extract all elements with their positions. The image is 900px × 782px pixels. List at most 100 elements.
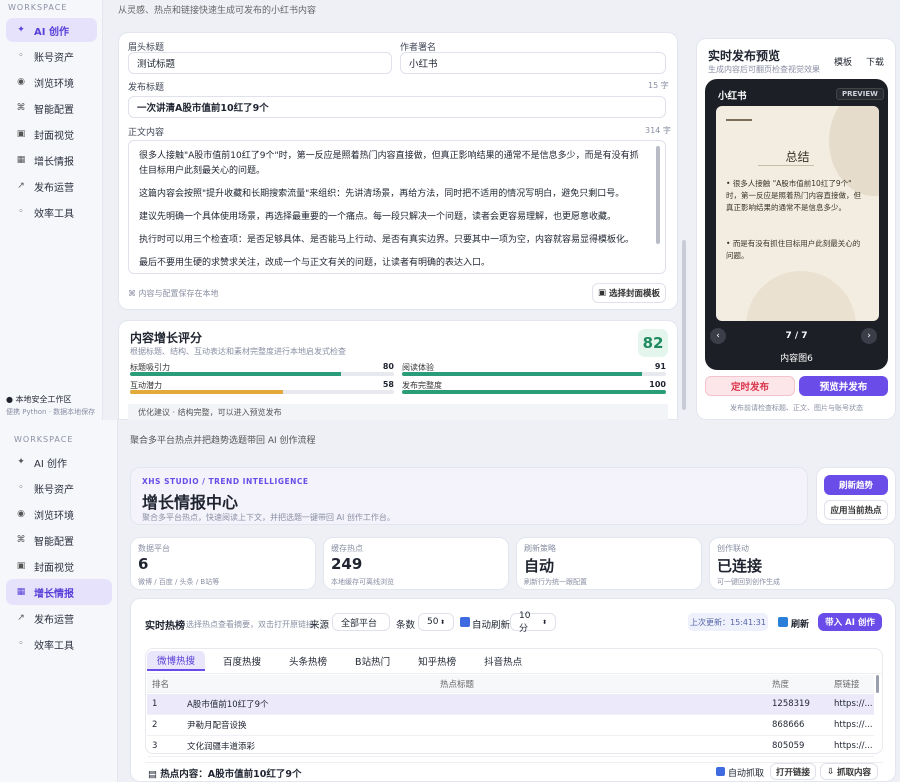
score-item-value: 58 xyxy=(382,380,394,389)
sparkle-icon: ✦ xyxy=(17,457,25,467)
last-updated: 上次更新：15:41:31 xyxy=(688,613,768,631)
tab-platform-5[interactable]: 抖音热点 xyxy=(474,651,532,671)
tab-platform-3[interactable]: B站热门 xyxy=(345,651,400,671)
tab-platform-0[interactable]: 微博热搜 xyxy=(147,651,206,671)
dot-icon: ◦ xyxy=(18,639,24,649)
body-scrollbar[interactable] xyxy=(656,146,660,244)
sidebar-item-3[interactable]: ⌘ 智能配置 xyxy=(6,96,97,120)
refresh-trends-button[interactable]: 刷新趋势 xyxy=(824,475,888,495)
sidebar-item-5[interactable]: ▦ 增长情报 xyxy=(6,148,97,172)
sidebar-item-7[interactable]: ◦ 效率工具 xyxy=(6,631,112,657)
sidebar-top: WORKSPACE ✦ AI 创作 ◦ 账号资产 ◉ 浏览环境 ⌘ 智能配置 ▣ 封面视觉 ▦ 增长情… xyxy=(0,0,103,420)
author-input[interactable]: 小红书 xyxy=(400,52,666,74)
refresh-button[interactable]: 刷新 xyxy=(791,617,809,630)
pub-title-input[interactable]: 一次讲清A股市值前10红了9个 xyxy=(128,96,666,118)
table-cell: https://... xyxy=(834,720,873,730)
arrow-icon: ↗ xyxy=(17,613,25,623)
trending-hint: 选择热点查看摘要，双击打开原链接 xyxy=(186,620,314,629)
sidebar-item-4[interactable]: ▣ 封面视觉 xyxy=(6,553,112,579)
score-item-bar xyxy=(130,372,394,376)
title-divider xyxy=(758,165,814,166)
sidebar-item-0[interactable]: ✦ AI 创作 xyxy=(6,18,97,42)
select-cover-button[interactable]: ▣ 选择封面模板 xyxy=(592,283,666,303)
preview-title: 实时发布预览 xyxy=(708,49,781,63)
hero-title: 增长情报中心 xyxy=(142,493,239,512)
sidebar-item-3[interactable]: ⌘ 智能配置 xyxy=(6,527,112,553)
sidebar-item-0[interactable]: ✦ AI 创作 xyxy=(6,449,112,475)
preview-publish-button[interactable]: 预览并发布 xyxy=(799,376,888,396)
page-indicator: 7 / 7 xyxy=(785,331,808,341)
sidebar-item-1[interactable]: ◦ 账号资产 xyxy=(6,475,112,501)
head-title-input[interactable]: 测试标题 xyxy=(128,52,392,74)
table-row[interactable]: 2 尹勒月配音设换 868666 https://... xyxy=(147,715,874,736)
tab-platform-1[interactable]: 百度热搜 xyxy=(213,651,271,671)
interval-stepper[interactable]: 10 分 ⬍ xyxy=(510,611,556,634)
sidebar-item-label: 发布运营 xyxy=(34,182,74,194)
local-workspace-title: ● 本地安全工作区 xyxy=(6,395,72,404)
template-tab[interactable]: 模板 xyxy=(834,55,852,68)
main-scrollbar[interactable] xyxy=(682,240,686,410)
dot-icon: ◦ xyxy=(18,51,24,61)
table-cell: 1258319 xyxy=(772,699,810,709)
image-icon: ▣ xyxy=(16,129,26,139)
table-header-cell[interactable]: 排名 xyxy=(152,678,192,690)
stat-sub: 刷新行为统一跟配置 xyxy=(524,578,587,586)
sidebar-item-1[interactable]: ◦ 账号资产 xyxy=(6,44,97,68)
apply-hotspot-button[interactable]: 应用当前热点 xyxy=(824,500,888,520)
command-icon: ⌘ xyxy=(16,535,26,545)
score-badge: 82 xyxy=(638,329,668,357)
table-row[interactable]: 1 A股市值前10红了9个 1258319 https://... xyxy=(147,694,874,715)
pub-title-count: 15 字 xyxy=(648,81,669,90)
preview-badge: PREVIEW xyxy=(836,88,884,100)
count-stepper[interactable]: 50 ⬍ xyxy=(418,613,454,631)
stat-label: 数据平台 xyxy=(138,544,170,553)
score-item-bar xyxy=(130,390,394,394)
preview-sub: 生成内容后可翻页检查视觉效果 xyxy=(708,65,820,74)
import-ai-button[interactable]: 带入 AI 创作 xyxy=(818,613,882,631)
body-paragraph: 很多人接触"A股市值前10红了9个"时，第一反应是照着热门内容直接做，但真正影响… xyxy=(139,151,639,176)
table-header-cell[interactable]: 原链接 xyxy=(834,678,876,690)
tab-platform-4[interactable]: 知乎热榜 xyxy=(408,651,466,671)
document-icon: ▤ xyxy=(148,769,161,780)
source-select[interactable]: 全部平台 xyxy=(332,613,390,631)
body-paragraph: 执行时可以用三个检查项：是否足够具体、是否能马上行动、是否有真实边界。只要其中一… xyxy=(139,235,635,245)
table-row[interactable]: 3 文化润疆丰道添彩 805059 https://... xyxy=(147,736,874,757)
sidebar-item-7[interactable]: ◦ 效率工具 xyxy=(6,200,97,224)
workspace-label: WORKSPACE xyxy=(8,3,68,12)
sidebar-item-6[interactable]: ↗ 发布运营 xyxy=(6,605,112,631)
count-label: 条数 xyxy=(396,620,416,631)
publish-note: 发布前请检查标题、正文、图片与账号状态 xyxy=(730,404,863,412)
sidebar-item-2[interactable]: ◉ 浏览环境 xyxy=(6,501,112,527)
table-cell: https://... xyxy=(834,741,873,751)
preview-bullet-2: • 而是有没有抓住目标用户此刻最关心的问题。 xyxy=(726,239,861,260)
sidebar-item-label: 效率工具 xyxy=(34,640,74,652)
sidebar-item-5[interactable]: ▦ 增长情报 xyxy=(6,579,112,605)
hotspot-content-title: ▤ 热点内容：A股市值前10红了9个 xyxy=(148,769,302,780)
open-link-button[interactable]: 打开链接 xyxy=(770,763,816,780)
fetch-content-button[interactable]: ⇩ 抓取内容 xyxy=(820,763,878,780)
sidebar-item-2[interactable]: ◉ 浏览环境 xyxy=(6,70,97,94)
sidebar-item-label: 封面视觉 xyxy=(34,130,74,142)
download-tab[interactable]: 下载 xyxy=(866,55,884,68)
sidebar-item-label: 增长情报 xyxy=(34,588,74,600)
body-textarea[interactable]: 很多人接触"A股市值前10红了9个"时，第一反应是照着热门内容直接做，但真正影响… xyxy=(128,140,666,274)
sidebar-item-label: 智能配置 xyxy=(34,104,74,116)
table-header-cell[interactable]: 热度 xyxy=(772,678,832,690)
sidebar-item-label: AI 创作 xyxy=(34,458,67,470)
table-scrollbar[interactable] xyxy=(876,675,879,693)
dot-icon: ◦ xyxy=(18,483,24,493)
sidebar-item-6[interactable]: ↗ 发布运营 xyxy=(6,174,97,198)
auto-fetch-checkbox[interactable] xyxy=(716,767,725,776)
stat-sub: 本地缓存可离线浏览 xyxy=(331,578,394,586)
table-header-cell[interactable]: 热点标题 xyxy=(187,678,727,690)
auto-refresh-checkbox[interactable] xyxy=(460,617,470,627)
table-cell: https://... xyxy=(834,699,873,709)
auto-refresh-label: 自动刷新 xyxy=(472,620,511,631)
command-icon: ⌘ xyxy=(16,103,26,113)
schedule-publish-button[interactable]: 定时发布 xyxy=(705,376,795,396)
score-item-bar xyxy=(402,372,666,376)
sidebar-item-label: 封面视觉 xyxy=(34,562,74,574)
tab-platform-2[interactable]: 头条热榜 xyxy=(279,651,337,671)
table-cell: 868666 xyxy=(772,720,805,730)
sidebar-item-4[interactable]: ▣ 封面视觉 xyxy=(6,122,97,146)
